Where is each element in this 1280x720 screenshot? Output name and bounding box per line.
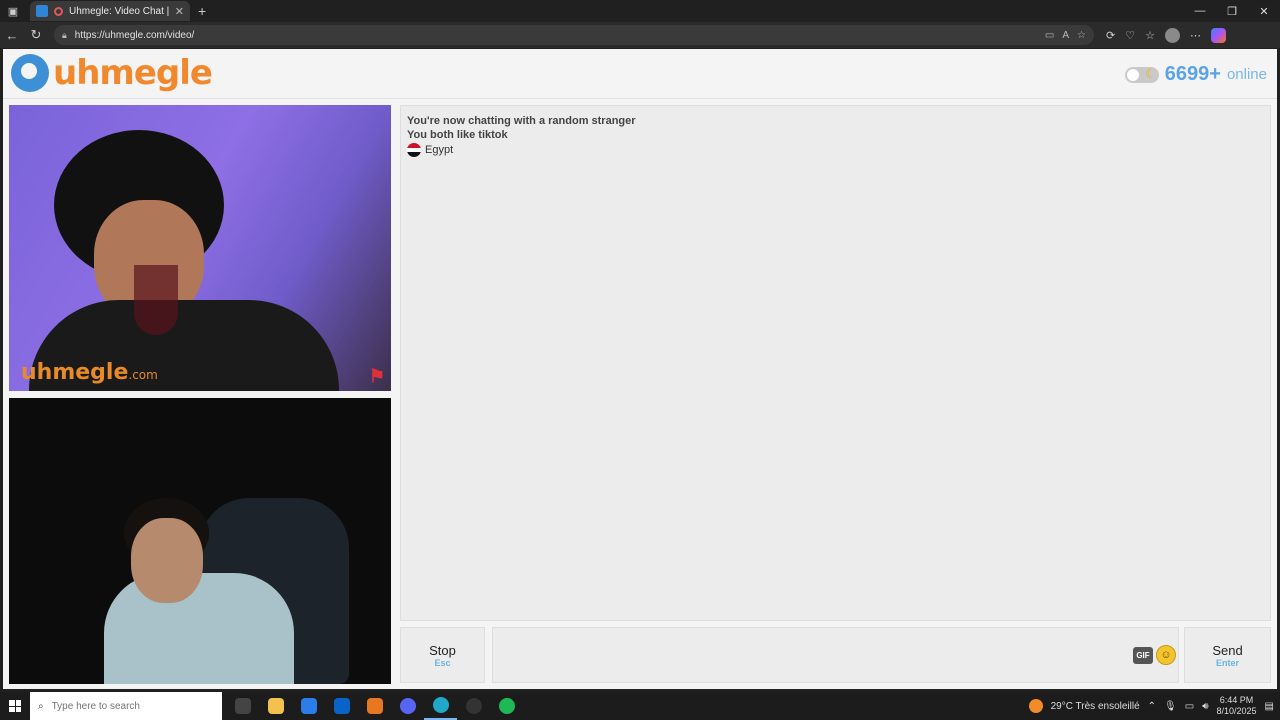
message-input[interactable] — [493, 628, 1123, 682]
clock-time: 6:44 PM — [1219, 695, 1254, 705]
dark-mode-toggle[interactable]: ☾ — [1124, 65, 1159, 83]
stop-label: Stop — [429, 642, 456, 658]
logo-mark-icon — [11, 54, 49, 92]
tab-title: Uhmegle: Video Chat | Ome — [69, 5, 169, 17]
self-face — [131, 518, 203, 603]
notifications-icon[interactable]: ▤ — [1265, 701, 1274, 712]
favorite-star-icon[interactable]: ☆ — [1077, 30, 1086, 41]
extensions-icon[interactable]: ⟳ — [1106, 29, 1115, 42]
wine-glass — [134, 265, 178, 335]
outlook-icon[interactable] — [325, 692, 358, 720]
logo-text: uhmegle — [53, 53, 213, 93]
site-logo[interactable]: uhmegle — [11, 53, 213, 93]
clock[interactable]: 6:44 PM 8/10/2025 — [1217, 695, 1257, 717]
browser-tab[interactable]: Uhmegle: Video Chat | Ome ✕ — [30, 1, 190, 21]
message-box: GIF ☺ — [492, 627, 1179, 683]
tab-close-icon[interactable]: ✕ — [175, 5, 184, 18]
chat-log: You're now chatting with a random strang… — [400, 105, 1271, 621]
task-view-icon[interactable] — [226, 692, 259, 720]
country-name: Egypt — [425, 144, 454, 156]
system-tray: 29°C Très ensoleillé ⌃ 🎙︎ ▭ 🔊︎ 6:44 PM 8… — [1028, 695, 1280, 717]
browser-tab-bar: ▣ Uhmegle: Video Chat | Ome ✕ + — ❐ ✕ — [0, 0, 1280, 22]
restore-icon[interactable]: ❐ — [1216, 0, 1248, 22]
profile-avatar[interactable] — [1164, 27, 1180, 43]
system-message: You're now chatting with a random strang… — [407, 115, 636, 127]
browser-actions: ⟳ ♡ ☆ ⋯ — [1106, 27, 1226, 43]
refresh-icon[interactable]: ↻ — [24, 22, 48, 48]
stranger-country: Egypt — [407, 143, 1264, 157]
address-bar[interactable]: 🔒︎ https://uhmegle.com/video/ ▭ A ☆ — [54, 25, 1094, 45]
self-body — [104, 573, 294, 684]
site-header: uhmegle ☾ 6699+ online — [3, 49, 1277, 99]
report-flag-icon[interactable]: ⚑ — [369, 366, 385, 387]
matlab-icon[interactable] — [358, 692, 391, 720]
favorites-icon[interactable]: ☆ — [1145, 29, 1155, 42]
start-button[interactable] — [0, 692, 30, 720]
lock-icon[interactable]: 🔒︎ — [62, 30, 67, 41]
tray-chevron-icon[interactable]: ⌃ — [1148, 701, 1156, 712]
copilot-icon[interactable] — [1210, 27, 1226, 43]
url-text: https://uhmegle.com/video/ — [74, 29, 195, 41]
toggle-knob — [1126, 68, 1139, 81]
video-watermark: uhmegle.com — [21, 360, 158, 385]
new-tab-button[interactable]: + — [198, 3, 206, 19]
read-aloud-icon[interactable]: A — [1062, 30, 1069, 41]
browser-toolbar: ← ↻ 🔒︎ https://uhmegle.com/video/ ▭ A ☆ … — [0, 22, 1280, 48]
online-label: online — [1226, 66, 1267, 83]
system-message: You both like tiktok — [407, 129, 508, 141]
obs-icon[interactable] — [457, 692, 490, 720]
uhmegle-page: uhmegle ☾ 6699+ online uhmegle.com ⚑ You… — [3, 49, 1277, 689]
site-favicon-icon — [36, 5, 48, 17]
weather-icon[interactable] — [1028, 699, 1043, 713]
back-icon[interactable]: ← — [0, 22, 24, 48]
edge-icon[interactable] — [424, 692, 457, 720]
close-icon[interactable]: ✕ — [1248, 0, 1280, 22]
send-label: Send — [1212, 642, 1243, 658]
taskbar-search[interactable]: ⌕ — [30, 692, 222, 720]
windows-taskbar: ⌕ 29°C Très ensoleillé ⌃ 🎙︎ ▭ 🔊︎ 6:44 PM… — [0, 692, 1280, 720]
emoji-icon[interactable]: ☺ — [1156, 645, 1176, 665]
network-icon[interactable]: ▭ — [1185, 701, 1194, 712]
minimize-icon[interactable]: — — [1184, 0, 1216, 22]
moon-icon: ☾ — [1145, 65, 1157, 81]
online-count: 6699+ — [1164, 63, 1221, 85]
recording-indicator-icon — [54, 6, 63, 16]
online-status: ☾ 6699+ online — [1124, 63, 1267, 86]
search-icon: ⌕ — [38, 700, 44, 712]
clock-date: 8/10/2025 — [1216, 706, 1257, 716]
microphone-icon[interactable]: 🎙︎ — [1164, 701, 1177, 712]
more-menu-icon[interactable]: ⋯ — [1190, 29, 1201, 42]
spotify-icon[interactable] — [490, 692, 523, 720]
pinned-apps — [226, 692, 523, 720]
stranger-video: uhmegle.com ⚑ — [9, 105, 391, 391]
send-button[interactable]: Send Enter — [1184, 627, 1271, 683]
taskbar-search-input[interactable] — [51, 700, 202, 712]
stop-hint: Esc — [434, 657, 451, 668]
tab-actions-icon[interactable]: ▣ — [0, 0, 26, 22]
volume-icon[interactable]: 🔊︎ — [1202, 701, 1208, 712]
window-controls: — ❐ ✕ — [1184, 0, 1280, 22]
send-hint: Enter — [1215, 657, 1239, 668]
stop-button[interactable]: Stop Esc — [400, 627, 485, 683]
weather-text[interactable]: 29°C Très ensoleillé — [1051, 701, 1140, 712]
camera-icon[interactable]: ▭ — [1045, 30, 1054, 41]
gif-button[interactable]: GIF — [1133, 647, 1153, 664]
self-video — [9, 398, 391, 684]
browser-essentials-icon[interactable]: ♡ — [1125, 29, 1135, 42]
egypt-flag-icon — [407, 143, 421, 157]
file-explorer-icon[interactable] — [259, 692, 292, 720]
windows-logo-icon — [9, 700, 21, 712]
discord-overlay-icon[interactable] — [391, 692, 424, 720]
microsoft-store-icon[interactable] — [292, 692, 325, 720]
